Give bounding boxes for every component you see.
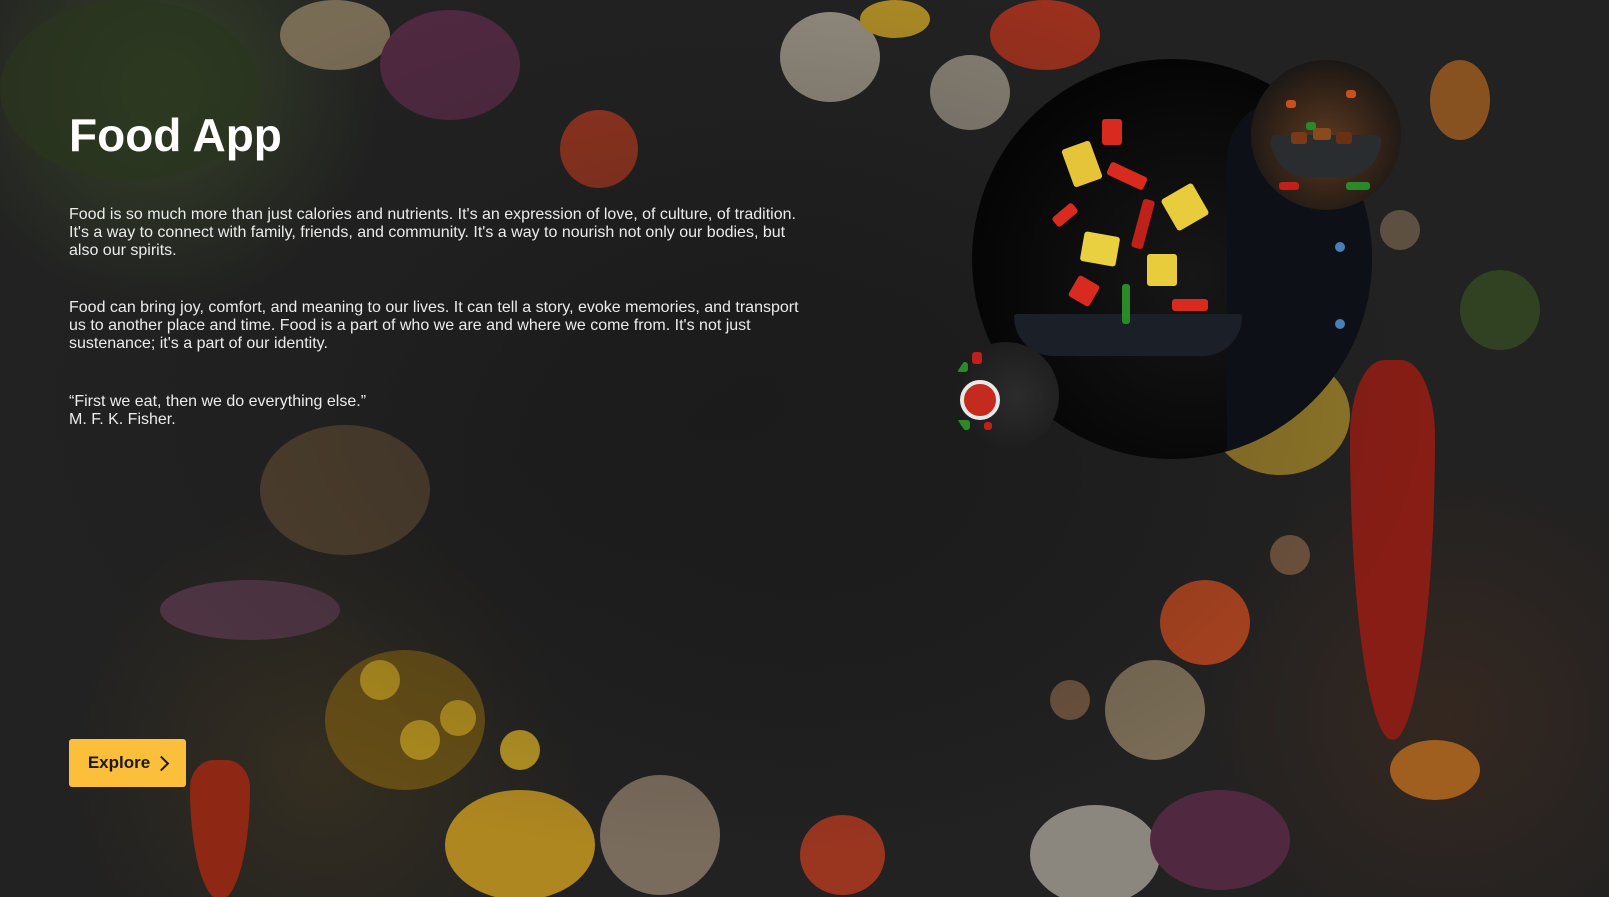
page-title: Food App [69, 109, 282, 161]
quote-text: “First we eat, then we do everything els… [69, 393, 367, 410]
quote-block: “First we eat, then we do everything els… [69, 393, 366, 429]
explore-label: Explore [87, 753, 151, 772]
explore-button[interactable]: Explore [69, 739, 186, 787]
chevron-right-icon [153, 755, 170, 771]
intro-paragraph: Food is so much more than just calories … [69, 206, 796, 259]
stir-fry-bowl-image [1251, 60, 1401, 210]
hero-text: Food App Food is so much more than just … [69, 108, 799, 428]
second-paragraph: Food can bring joy, comfort, and meaning… [69, 299, 799, 352]
sauce-bowl-image [952, 342, 1059, 449]
quote-author: M. F. K. Fisher. [69, 411, 176, 428]
